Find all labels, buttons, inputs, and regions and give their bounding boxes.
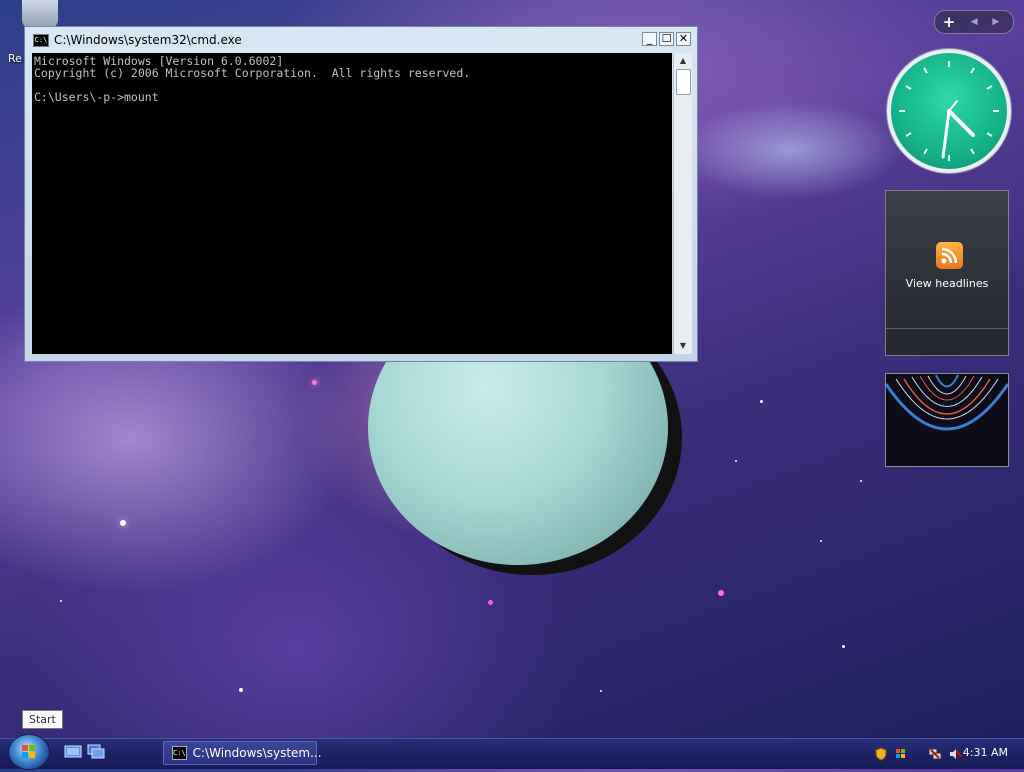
- star: [60, 600, 62, 602]
- taskbar-clock[interactable]: 4:31 AM: [963, 746, 1008, 759]
- second-hand: [948, 100, 958, 112]
- close-button[interactable]: ✕: [676, 32, 691, 46]
- cmd-window[interactable]: C:\ C:\Windows\system32\cmd.exe _ ☐ ✕ Mi…: [24, 26, 698, 362]
- minimize-button[interactable]: _: [642, 32, 657, 46]
- scrollbar-thumb[interactable]: [676, 69, 691, 95]
- start-button[interactable]: [8, 734, 50, 770]
- star: [842, 645, 845, 648]
- window-title-bar[interactable]: C:\ C:\Windows\system32\cmd.exe: [33, 33, 242, 47]
- volume-muted-icon[interactable]: [948, 747, 962, 761]
- clock-face-icon: [899, 61, 999, 161]
- star: [820, 540, 822, 542]
- star: [600, 690, 602, 692]
- start-tooltip: Start: [22, 710, 63, 729]
- recycle-bin-icon[interactable]: [22, 0, 58, 28]
- scroll-up-arrow-icon[interactable]: ▲: [675, 53, 691, 69]
- view-headlines-link[interactable]: View headlines: [886, 277, 1008, 290]
- star: [120, 520, 126, 526]
- star: [718, 590, 724, 596]
- maximize-button[interactable]: ☐: [659, 32, 674, 46]
- scroll-down-arrow-icon[interactable]: ▼: [675, 338, 691, 354]
- gadget-divider: [886, 328, 1008, 329]
- hour-hand: [947, 109, 975, 137]
- add-gadget-button[interactable]: +: [935, 13, 963, 31]
- security-shield-icon[interactable]: [874, 747, 888, 761]
- cmd-icon: C:\: [172, 746, 187, 760]
- feed-headlines-gadget[interactable]: View headlines: [885, 190, 1009, 356]
- windows-flag-icon[interactable]: [894, 747, 908, 761]
- windows-logo-icon: [22, 745, 35, 758]
- vertical-scrollbar[interactable]: ▲ ▼: [673, 53, 692, 354]
- switch-windows-icon[interactable]: [87, 744, 105, 760]
- star: [735, 460, 737, 462]
- desktop-icon-label[interactable]: Re: [8, 52, 22, 65]
- network-icon[interactable]: [928, 747, 942, 761]
- rss-icon[interactable]: [936, 242, 963, 269]
- star: [239, 688, 243, 692]
- cmd-icon: C:\: [33, 33, 49, 47]
- taskbar-cmd-button[interactable]: C:\ C:\Windows\system...: [163, 741, 322, 765]
- sidebar-controls: + ◀ ▶: [934, 10, 1014, 34]
- clock-gadget[interactable]: [887, 49, 1011, 173]
- console-line: Copyright (c) 2006 Microsoft Corporation…: [34, 66, 471, 80]
- taskbar-cmd-label: C:\Windows\system...: [192, 746, 322, 760]
- star: [860, 480, 862, 482]
- gadget-nav-arrows[interactable]: ◀ ▶: [963, 17, 1013, 27]
- star: [312, 380, 317, 385]
- star: [488, 600, 493, 605]
- minute-hand: [941, 109, 951, 159]
- slideshow-gadget[interactable]: [885, 373, 1009, 467]
- console-prompt[interactable]: C:\Users\-p->mount: [34, 91, 670, 103]
- show-desktop-icon[interactable]: [64, 744, 82, 760]
- window-controls: _ ☐ ✕: [642, 32, 691, 46]
- star: [760, 400, 763, 403]
- console-output[interactable]: Microsoft Windows [Version 6.0.6002] Copy…: [32, 53, 672, 354]
- slideshow-image: [886, 374, 1008, 431]
- window-title: C:\Windows\system32\cmd.exe: [54, 33, 242, 47]
